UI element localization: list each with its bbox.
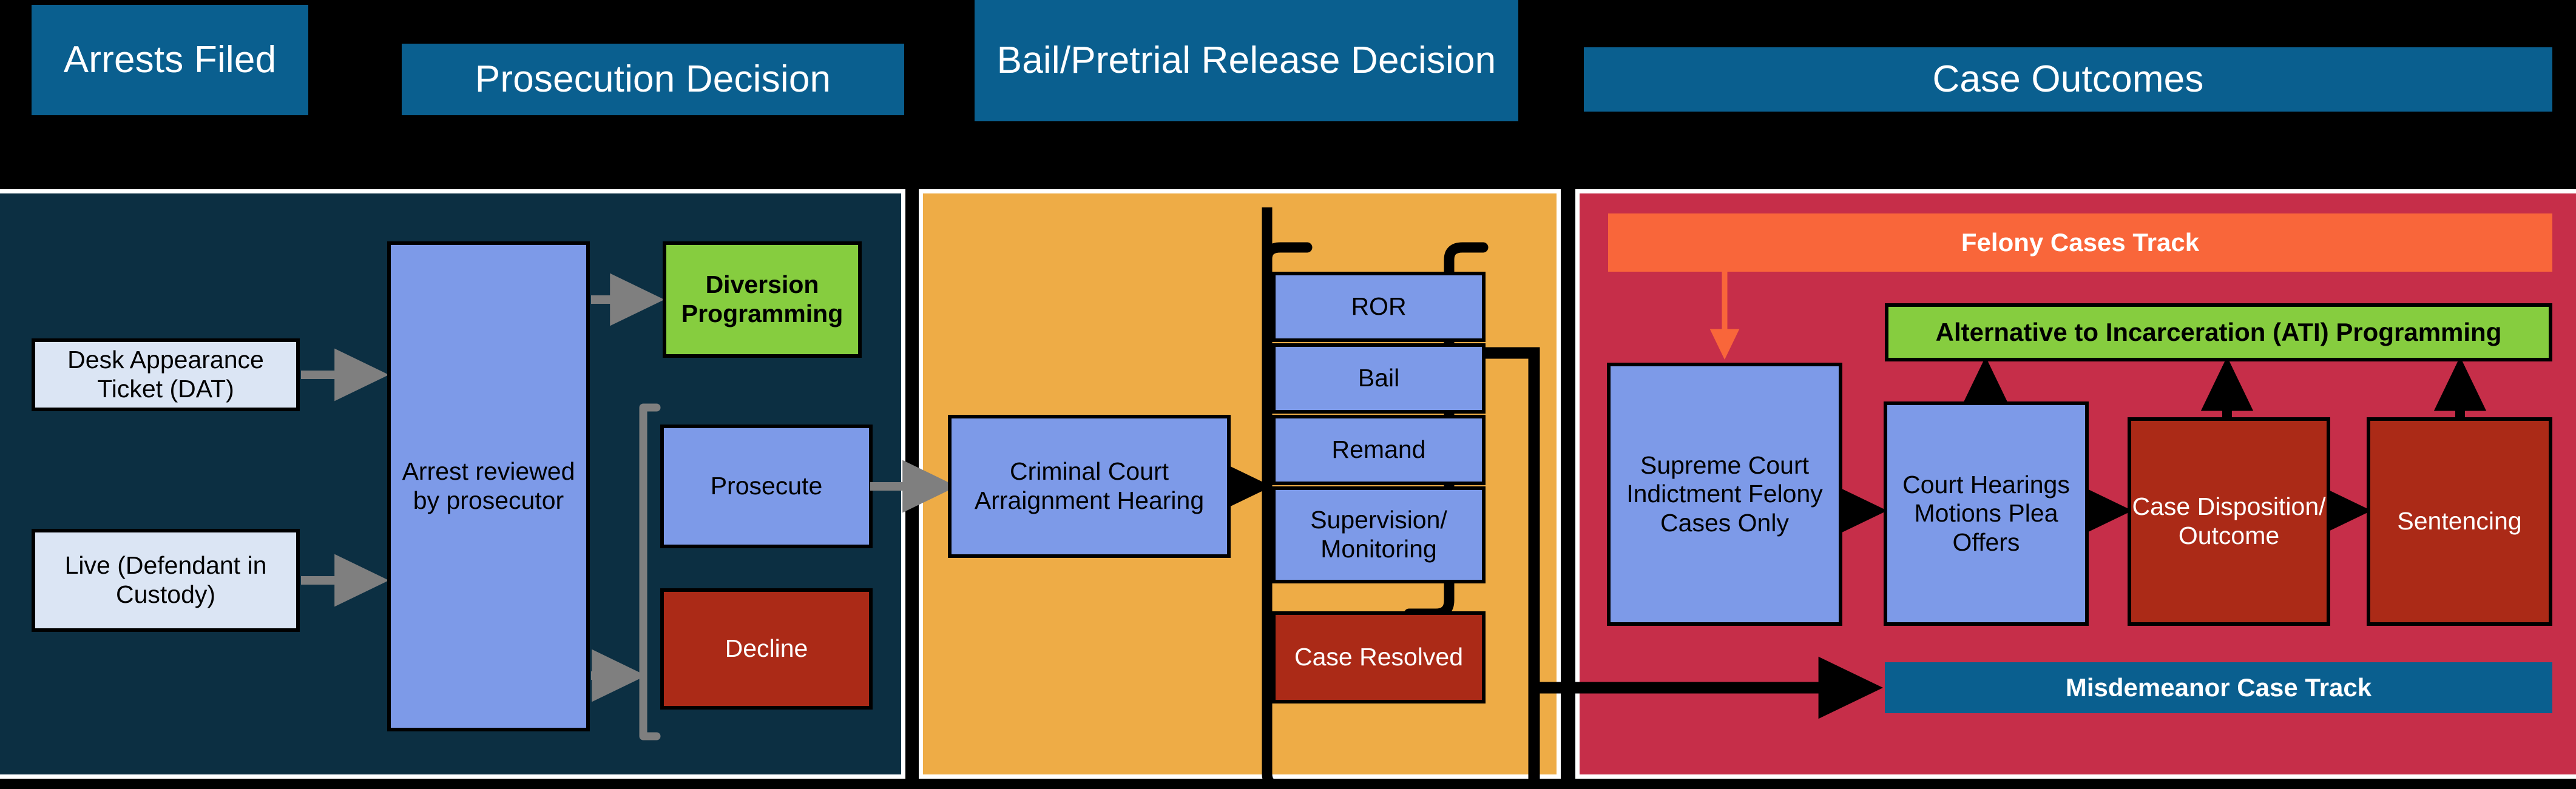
node-decline[interactable]: Decline [660, 588, 873, 710]
node-arrest-reviewed-by-prosecutor[interactable]: Arrest reviewed by prosecutor [387, 241, 590, 731]
node-supervision-label: Supervision/ Monitoring [1310, 506, 1447, 563]
header-prosecution-decision: Prosecution Decision [402, 44, 904, 115]
node-live-label: Live (Defendant in Custody) [64, 551, 267, 608]
node-case-resolved-label: Case Resolved [1294, 643, 1464, 671]
flowchart-canvas: Arrests Filed Prosecution Decision Bail/… [0, 0, 2576, 789]
node-prosecute-label: Prosecute [710, 472, 823, 500]
header-arrests-filed: Arrests Filed [32, 5, 308, 115]
node-court-hearings-motions-plea-offers[interactable]: Court Hearings Motions Plea Offers [1884, 401, 2089, 626]
node-ati-label: Alternative to Incarceration (ATI) Progr… [1935, 317, 2502, 346]
header-case-outcomes: Case Outcomes [1584, 47, 2552, 112]
header-bail-label: Bail/Pretrial Release Decision [996, 39, 1496, 81]
header-prosecution-decision-label: Prosecution Decision [475, 58, 831, 100]
node-prosecute[interactable]: Prosecute [660, 425, 873, 548]
felony-track-label: Felony Cases Track [1961, 227, 2200, 257]
node-criminal-court-arraignment-hearing[interactable]: Criminal Court Arraignment Hearing [948, 415, 1231, 558]
node-alternative-to-incarceration-programming[interactable]: Alternative to Incarceration (ATI) Progr… [1885, 303, 2552, 361]
banner-misdemeanor-case-track: Misdemeanor Case Track [1885, 662, 2552, 713]
node-case-disposition-outcome[interactable]: Case Disposition/ Outcome [2128, 417, 2330, 626]
header-bail-pretrial-release-decision: Bail/Pretrial Release Decision [975, 0, 1518, 121]
node-arrest-reviewed-label: Arrest reviewed by prosecutor [402, 457, 575, 514]
node-bail[interactable]: Bail [1272, 343, 1486, 414]
node-arraignment-label: Criminal Court Arraignment Hearing [974, 457, 1205, 514]
node-diversion-label: Diversion Programming [681, 270, 843, 327]
node-supervision-monitoring[interactable]: Supervision/ Monitoring [1272, 486, 1486, 583]
header-arrests-filed-label: Arrests Filed [63, 38, 277, 81]
misdemeanor-track-label: Misdemeanor Case Track [2065, 673, 2372, 702]
node-case-resolved[interactable]: Case Resolved [1272, 611, 1486, 703]
banner-felony-cases-track: Felony Cases Track [1608, 213, 2552, 272]
node-ror-label: ROR [1351, 292, 1407, 321]
node-remand-label: Remand [1331, 435, 1426, 464]
node-live-defendant-in-custody[interactable]: Live (Defendant in Custody) [32, 529, 300, 632]
node-sentencing-label: Sentencing [2397, 507, 2522, 536]
node-desk-appearance-ticket[interactable]: Desk Appearance Ticket (DAT) [32, 338, 300, 411]
node-sentencing[interactable]: Sentencing [2367, 417, 2552, 626]
node-remand[interactable]: Remand [1272, 415, 1486, 485]
header-case-outcomes-label: Case Outcomes [1932, 58, 2204, 100]
node-disposition-label: Case Disposition/ Outcome [2132, 492, 2326, 549]
node-decline-label: Decline [725, 634, 808, 663]
node-bail-label: Bail [1357, 364, 1400, 392]
bracket-prosecute-decline [639, 403, 661, 740]
node-supreme-court-indictment-felony-cases-only[interactable]: Supreme Court Indictment Felony Cases On… [1607, 363, 1842, 626]
bracket-release-top-left-hook [1262, 242, 1313, 280]
node-dat-label: Desk Appearance Ticket (DAT) [67, 346, 264, 403]
node-ror[interactable]: ROR [1272, 272, 1486, 342]
node-supreme-court-label: Supreme Court Indictment Felony Cases On… [1626, 451, 1823, 537]
node-court-hearings-label: Court Hearings Motions Plea Offers [1902, 470, 2070, 556]
node-diversion-programming[interactable]: Diversion Programming [663, 241, 862, 358]
